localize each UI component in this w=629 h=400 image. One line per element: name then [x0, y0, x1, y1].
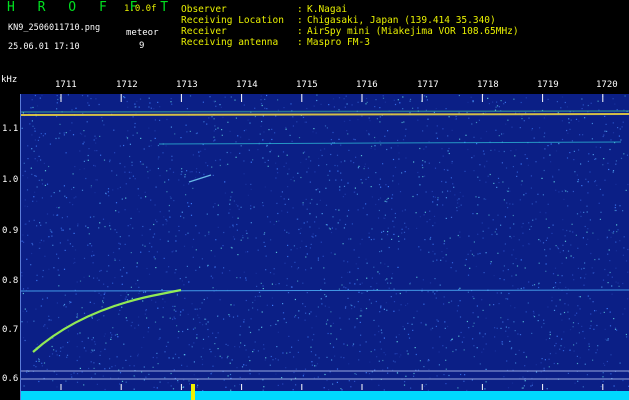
unit-label: kHz	[1, 75, 18, 85]
signal-line-0.78	[21, 289, 629, 292]
x-tick-1711: 1711	[55, 80, 77, 90]
meteor-streak-short	[188, 174, 212, 183]
y-tick-0.8: 0.8	[2, 276, 19, 286]
antenna-value: Maspro FM-3	[307, 37, 370, 48]
meteor-trail	[32, 288, 182, 353]
x-tick-1718: 1718	[477, 80, 499, 90]
x-tick-1712: 1712	[116, 80, 138, 90]
datetime-label: 25.06.01 17:10	[8, 42, 80, 52]
y-tick-0.6: 0.6	[2, 374, 19, 384]
filename-label: KN9_2506011710.png	[8, 23, 101, 33]
x-tick-1713: 1713	[176, 80, 198, 90]
waterfall-plot	[20, 94, 629, 400]
waterfall-canvas	[21, 94, 629, 400]
carrier-glow	[21, 110, 629, 113]
mode-value: 9	[139, 41, 145, 51]
noise-spike	[191, 384, 195, 400]
x-tick-1714: 1714	[236, 80, 258, 90]
x-tick-1720: 1720	[596, 80, 618, 90]
x-tick-1717: 1717	[417, 80, 439, 90]
y-tick-1.1: 1.1	[2, 124, 19, 134]
x-tick-1716: 1716	[356, 80, 378, 90]
antenna-separator: :	[297, 37, 303, 48]
y-tick-0.7: 0.7	[2, 325, 19, 335]
x-tick-1719: 1719	[537, 80, 559, 90]
minute-tick-marks	[60, 94, 604, 390]
noise-layer	[21, 94, 629, 392]
antenna-label: Receiving antenna	[181, 37, 279, 48]
y-tick-1.0: 1.0	[2, 175, 19, 185]
mode-label: meteor	[126, 28, 159, 38]
carrier-line	[21, 113, 629, 116]
x-tick-1715: 1715	[296, 80, 318, 90]
version-label: 1.0.0f	[124, 4, 157, 14]
noise-floor-bar	[21, 391, 629, 400]
y-tick-0.9: 0.9	[2, 226, 19, 236]
